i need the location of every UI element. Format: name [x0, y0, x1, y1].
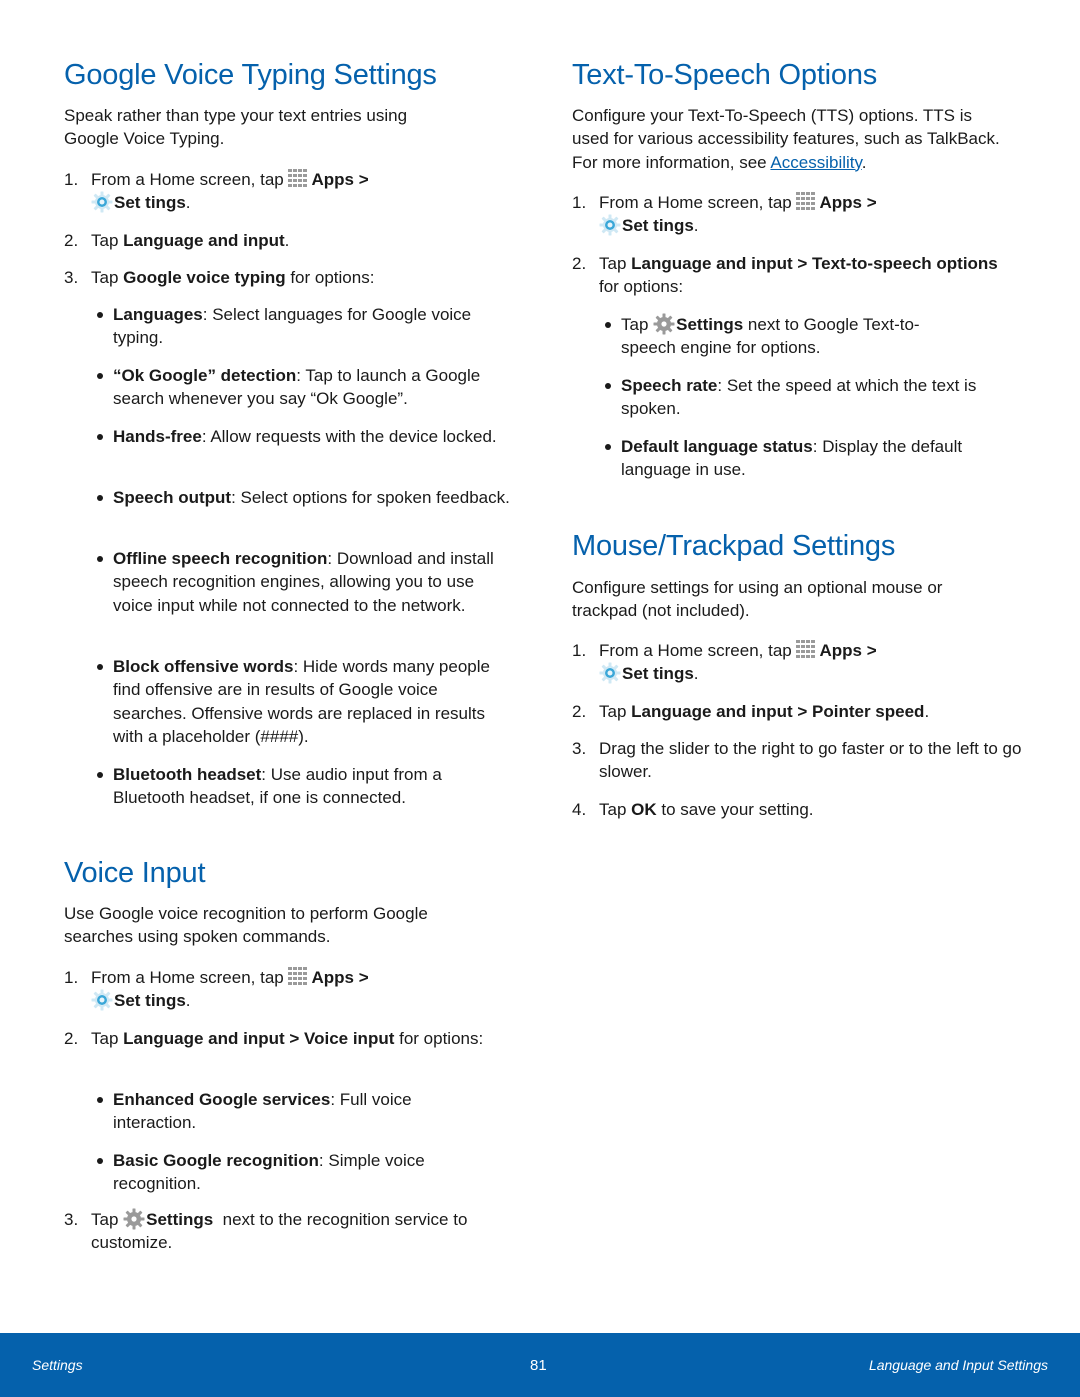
gvt-options-list: Languages: Select languages for Google v…: [91, 303, 511, 810]
apps-grid-icon: [288, 967, 310, 987]
page-footer: Settings 81 Language and Input Settings: [0, 1333, 1080, 1397]
tts-step-2: 2. Tap Language and input > Text-to-spee…: [572, 254, 998, 297]
list-item: Default language status: Display the def…: [599, 435, 1009, 482]
list-item: Speech output: Select options for spoken…: [91, 486, 511, 547]
section-title-voice-input: Voice Input: [64, 857, 206, 889]
settings-label: Set tings: [114, 193, 186, 213]
gvt-step-2: 2. Tap Language and input.: [64, 231, 290, 250]
section-title-mouse-trackpad: Mouse/Trackpad Settings: [572, 530, 896, 562]
mouse-step-3: 3. Drag the slider to the right to go fa…: [572, 739, 1022, 782]
list-item: Block offensive words: Hide words many p…: [91, 655, 511, 763]
voice-step-1: 1. From a Home screen, tap Apps > Set ti…: [64, 967, 369, 1011]
list-item: Basic Google recognition: Simple voice r…: [91, 1149, 471, 1196]
mouse-step-1: 1. From a Home screen, tap Apps > Set ti…: [572, 640, 877, 684]
settings-gear-gray-icon: [653, 313, 675, 335]
list-item: “Ok Google” detection: Tap to launch a G…: [91, 364, 511, 425]
apps-grid-icon: [796, 640, 818, 660]
settings-gear-icon: [91, 191, 113, 213]
list-item: Speech rate: Set the speed at which the …: [599, 374, 1009, 435]
list-item: Enhanced Google services: Full voice int…: [91, 1088, 471, 1149]
apps-label: Apps: [819, 641, 862, 660]
settings-label: Set tings: [622, 216, 694, 236]
list-item: Languages: Select languages for Google v…: [91, 303, 511, 364]
settings-label: Set tings: [114, 991, 186, 1011]
settings-gear-icon: [91, 989, 113, 1011]
list-item: Bluetooth headset: Use audio input from …: [91, 763, 511, 810]
mouse-step-4: 4. Tap OK to save your setting.: [572, 800, 814, 819]
apps-grid-icon: [288, 169, 310, 189]
tts-intro: Configure your Text-To-Speech (TTS) opti…: [572, 106, 1000, 172]
settings-gear-gray-icon: [123, 1208, 145, 1230]
accessibility-link[interactable]: Accessibility: [770, 153, 861, 172]
footer-section: Language and Input Settings: [868, 1357, 1048, 1373]
settings-label: Set tings: [622, 664, 694, 684]
tts-step-1: 1. From a Home screen, tap Apps > Set ti…: [572, 192, 877, 236]
gvt-step-3: 3. Tap Google voice typing for options:: [64, 268, 375, 287]
apps-grid-icon: [796, 192, 818, 212]
section-title-google-voice-typing: Google Voice Typing Settings: [64, 59, 437, 91]
list-item: Offline speech recognition: Download and…: [91, 547, 511, 655]
voice-options-list: Enhanced Google services: Full voice int…: [91, 1088, 471, 1196]
apps-label: Apps: [311, 170, 354, 189]
voice-step-2: 2. Tap Language and input > Voice input …: [64, 1029, 484, 1048]
gvt-intro: Speak rather than type your text entries…: [64, 106, 408, 149]
footer-chapter: Settings: [32, 1357, 83, 1373]
settings-gear-icon: [599, 662, 621, 684]
apps-label: Apps: [819, 193, 862, 212]
mouse-intro: Configure settings for using an optional…: [572, 578, 943, 621]
voice-step-3: 3. Tap Settings next to the recognition …: [64, 1208, 473, 1253]
settings-gear-icon: [599, 214, 621, 236]
list-item: Hands-free: Allow requests with the devi…: [91, 425, 511, 486]
gvt-step-1: 1. From a Home screen, tap Apps > Set ti…: [64, 169, 369, 213]
apps-label: Apps: [311, 968, 354, 987]
page-number: 81: [530, 1357, 547, 1374]
section-title-tts: Text-To-Speech Options: [572, 59, 878, 91]
tts-options-list: Tap Settings next to Google Text-to-spee…: [599, 313, 1009, 482]
list-item: Tap Settings next to Google Text-to-spee…: [599, 313, 921, 374]
voice-intro: Use Google voice recognition to perform …: [64, 904, 428, 947]
mouse-step-2: 2. Tap Language and input > Pointer spee…: [572, 702, 930, 721]
